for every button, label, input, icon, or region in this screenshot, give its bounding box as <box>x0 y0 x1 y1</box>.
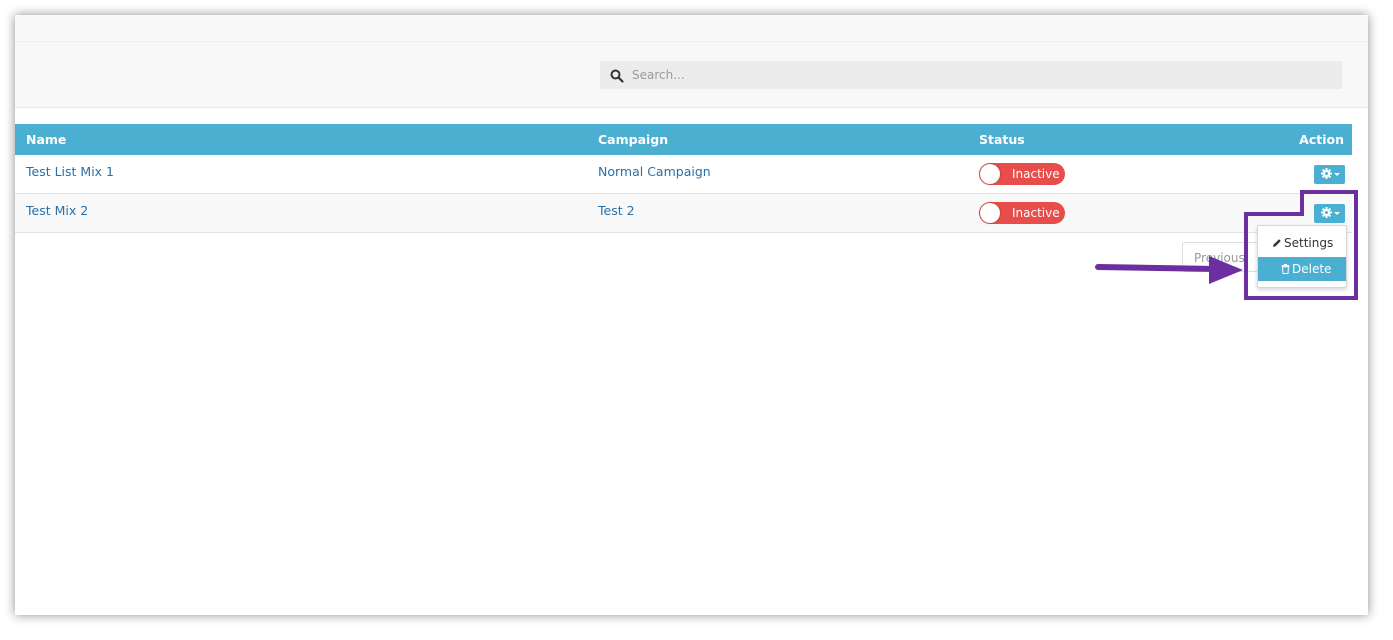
status-label: Inactive <box>1012 206 1060 220</box>
app-window: Name Campaign Status Action Test List Mi… <box>15 15 1368 615</box>
gear-icon <box>1321 167 1332 179</box>
status-label: Inactive <box>1012 167 1060 181</box>
top-bar <box>15 15 1368 42</box>
search-box[interactable] <box>600 61 1342 89</box>
column-header-action: Action <box>1218 124 1352 155</box>
action-menu-button[interactable] <box>1314 164 1345 184</box>
toggle-knob <box>980 164 1000 184</box>
table-row: Test Mix 2 Test 2 Inactive <box>15 193 1352 233</box>
list-name-link[interactable]: Test List Mix 1 <box>26 164 114 179</box>
status-toggle[interactable]: Inactive <box>979 202 1065 224</box>
campaign-link[interactable]: Test 2 <box>598 203 635 218</box>
toolbar <box>15 42 1368 108</box>
table-header-row: Name Campaign Status Action <box>15 124 1352 155</box>
data-table: Name Campaign Status Action Test List Mi… <box>15 124 1352 233</box>
search-icon <box>610 68 624 83</box>
search-input[interactable] <box>632 61 1332 89</box>
arrow-right-icon <box>1095 256 1243 284</box>
column-header-name[interactable]: Name <box>15 124 587 155</box>
list-name-link[interactable]: Test Mix 2 <box>26 203 88 218</box>
column-header-status[interactable]: Status <box>968 124 1218 155</box>
toggle-knob <box>980 203 1000 223</box>
column-header-campaign[interactable]: Campaign <box>587 124 968 155</box>
annotation-highlight-box <box>1244 190 1358 300</box>
status-toggle[interactable]: Inactive <box>979 163 1065 185</box>
chevron-down-icon <box>1334 172 1340 176</box>
campaign-link[interactable]: Normal Campaign <box>598 164 711 179</box>
table-row: Test List Mix 1 Normal Campaign Inactive <box>15 155 1352 194</box>
